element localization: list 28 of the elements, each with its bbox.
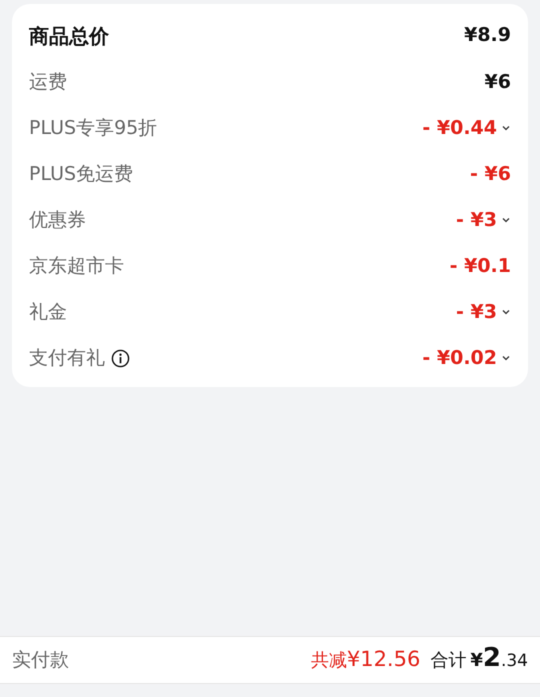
price-value: - ¥0.1 xyxy=(450,254,511,279)
price-value: - ¥0.02 xyxy=(422,346,497,371)
price-value: ¥6 xyxy=(484,70,511,95)
chevron-down-icon[interactable] xyxy=(501,123,511,133)
row-label: PLUS专享95折 xyxy=(29,116,158,141)
row-label: PLUS免运费 xyxy=(29,162,134,187)
row-label: 优惠券 xyxy=(29,208,86,233)
chevron-down-icon[interactable] xyxy=(501,353,511,363)
info-icon[interactable] xyxy=(111,348,130,368)
total-decimal: .34 xyxy=(500,650,528,674)
chevron-down-icon[interactable] xyxy=(501,307,511,317)
row-label: 京东超市卡 xyxy=(29,254,124,279)
total-integer: 2 xyxy=(482,645,501,672)
price-value: - ¥6 xyxy=(470,162,511,187)
payment-label: 实付款 xyxy=(12,648,69,673)
discount-amount: ¥12.56 xyxy=(346,646,420,674)
row-label: 运费 xyxy=(29,70,67,95)
row-label: 商品总价 xyxy=(29,22,109,50)
price-value: - ¥0.44 xyxy=(422,116,497,141)
row-label: 礼金 xyxy=(29,300,67,325)
discount-label: 共减 xyxy=(310,649,347,674)
currency-symbol: ¥ xyxy=(470,649,483,674)
chevron-down-icon[interactable] xyxy=(501,215,511,225)
price-value: ¥8.9 xyxy=(464,23,511,48)
row-label: 支付有礼 xyxy=(29,346,105,371)
total-label: 合计 xyxy=(430,649,466,674)
price-value: - ¥3 xyxy=(456,208,497,233)
price-value: - ¥3 xyxy=(456,300,497,325)
